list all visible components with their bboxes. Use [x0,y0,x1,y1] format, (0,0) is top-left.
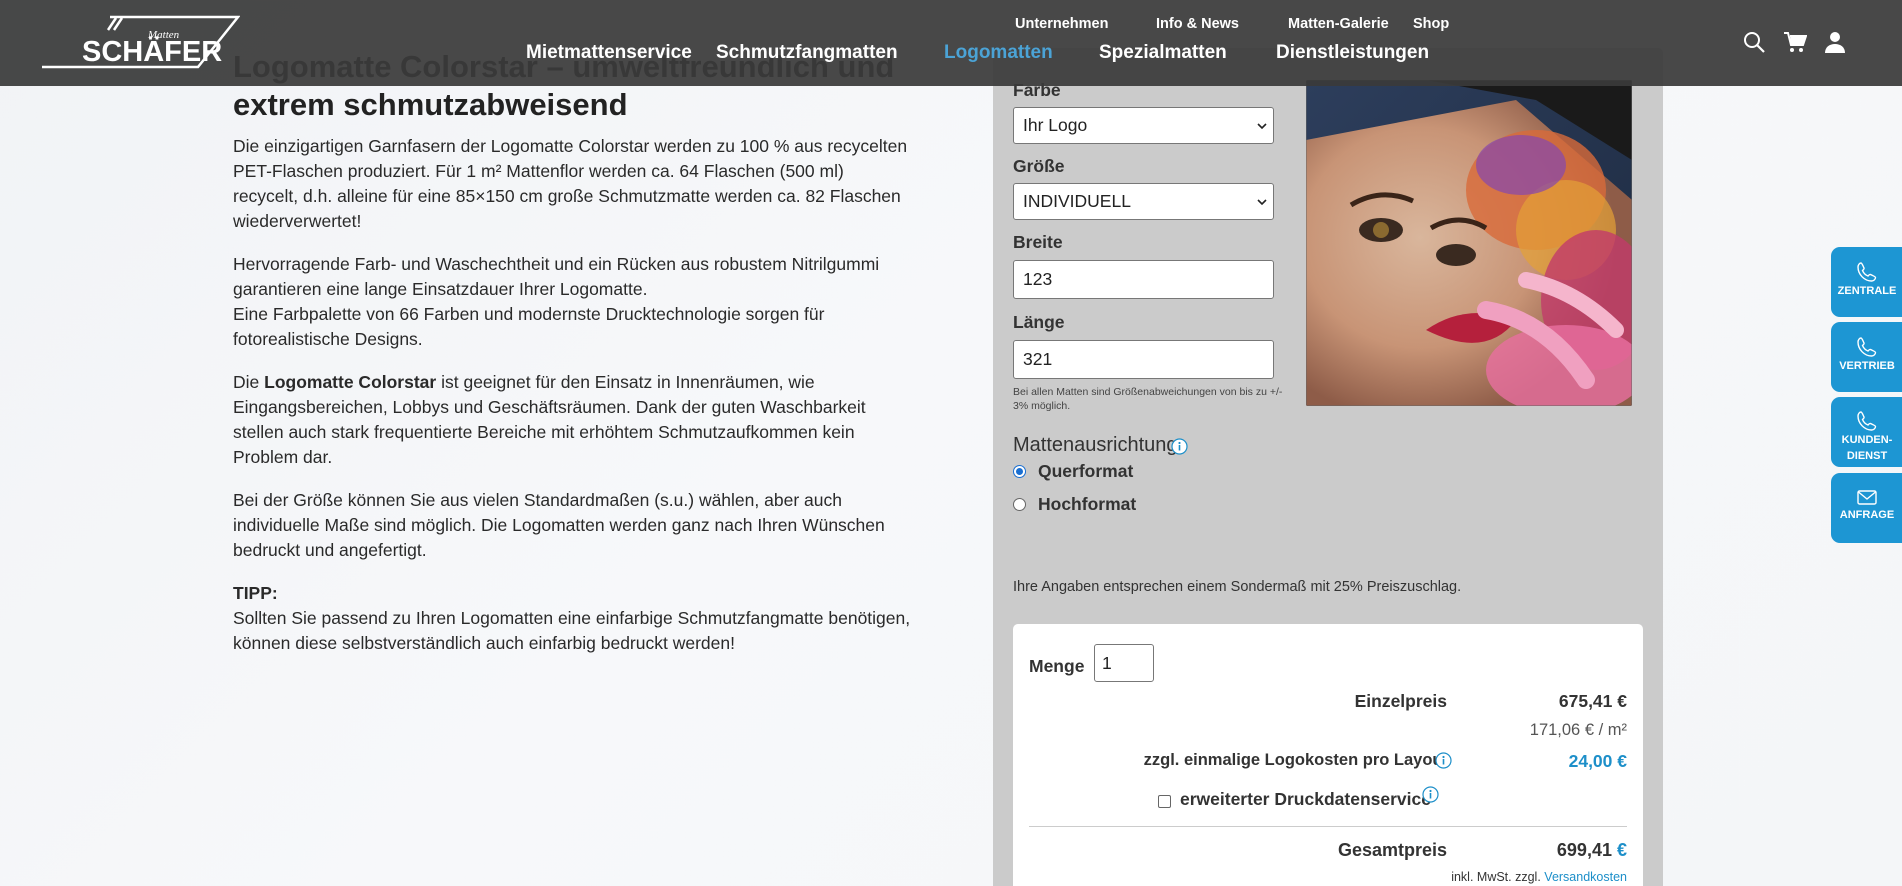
product-image[interactable] [1306,80,1632,406]
tip-block: TIPP: Sollten Sie passend zu Ihren Logom… [233,581,913,656]
shipping-cost-link[interactable]: Versandkosten [1544,870,1627,884]
product-description: Logomatte Colorstar – umweltfreundlich u… [233,48,913,674]
print-service-checkbox[interactable] [1158,795,1171,808]
total-price-value: 699,41 € [1557,840,1627,861]
breite-label: Breite [1013,232,1063,252]
phone-icon [1856,410,1878,432]
p3-product-name: Logomatte Colorstar [264,372,437,392]
unit-price-value: 675,41 € [1558,691,1627,711]
farbe-select-value: Ihr Logo [1023,115,1088,135]
p3-prefix: Die [233,372,265,392]
nav-shop[interactable]: Shop [1413,16,1449,32]
nav-logomatten[interactable]: Logomatten [944,42,1053,64]
groesse-select[interactable]: INDIVIDUELL [1013,183,1274,220]
search-icon[interactable] [1742,30,1766,54]
user-icon[interactable] [1823,30,1847,54]
nav-spezialmatten[interactable]: Spezialmatten [1099,42,1227,64]
groesse-label: Größe [1013,156,1065,176]
size-tolerance-note: Bei allen Matten sind Größenabweichungen… [1013,386,1283,412]
info-icon[interactable] [1435,752,1452,769]
hochformat-radio[interactable] [1013,498,1026,511]
top-navigation: Unternehmen Info & News Matten-Galerie S… [0,16,1902,36]
nav-unternehmen[interactable]: Unternehmen [1015,16,1108,32]
price-divider [1029,826,1627,827]
description-paragraph-2-line-2: Eine Farbpalette von 66 Farben und moder… [233,304,825,349]
farbe-select[interactable]: Ihr Logo [1013,107,1274,144]
nav-mietmattenservice[interactable]: Mietmattenservice [526,42,692,64]
chevron-down-icon [1257,121,1267,131]
phone-icon [1856,261,1878,283]
querformat-label: Querformat [1038,461,1134,481]
contact-tab-kundendienst-label-2: DIENST [1846,450,1888,462]
description-paragraph-4: Bei der Größe können Sie aus vielen Stan… [233,490,885,560]
description-paragraph-2-line-1: Hervorragende Farb- und Waschechtheit un… [233,254,880,299]
orientation-title: Mattenausrichtung [1013,434,1178,456]
quantity-input[interactable]: 1 [1094,644,1154,682]
nav-matten-galerie[interactable]: Matten-Galerie [1288,16,1389,32]
product-configurator: Farbe Ihr Logo Größe INDIVIDUELL Breite … [993,48,1663,886]
total-price-number: 699,41 [1556,840,1612,860]
logo-cost-label: zzgl. einmalige Logokosten pro Layout [1143,751,1448,769]
description-paragraph-2: Hervorragende Farb- und Waschechtheit un… [233,252,913,352]
laenge-input[interactable]: 321 [1013,340,1274,379]
contact-tab-zentrale[interactable]: ZENTRALE [1831,247,1902,317]
nav-dienstleistungen[interactable]: Dienstleistungen [1276,42,1429,64]
groesse-select-value: INDIVIDUELL [1023,191,1131,211]
nav-info-news[interactable]: Info & News [1156,16,1239,32]
tip-label: TIPP: [233,583,278,603]
tip-text: Sollten Sie passend zu Ihren Logomatten … [233,608,911,653]
cart-icon[interactable] [1783,30,1807,54]
logo-cost-value: 24,00 € [1568,751,1627,771]
chevron-down-icon [1257,197,1267,207]
hochformat-label: Hochformat [1038,494,1137,514]
nav-schmutzfangmatten[interactable]: Schmutzfangmatten [716,42,898,64]
contact-tab-zentrale-label: ZENTRALE [1837,285,1897,297]
print-service-label: erweiterter Druckdatenservice [1180,789,1431,809]
main-navigation: Mietmattenservice Schmutzfangmatten Logo… [0,42,1902,68]
price-box: Menge 1 Einzelpreis 675,41 € 171,06 € / … [1013,624,1643,886]
quantity-label: Menge [1029,656,1085,676]
info-icon[interactable] [1422,786,1439,803]
contact-tab-vertrieb[interactable]: VERTRIEB [1831,322,1902,392]
site-header: Matten SCHÄFER Unternehmen Info & News M… [0,0,1902,86]
contact-tab-kundendienst[interactable]: KUNDEN- DIENST [1831,397,1902,467]
contact-tab-vertrieb-label: VERTRIEB [1839,360,1895,372]
surcharge-note: Ihre Angaben entsprechen einem Sondermaß… [1013,579,1462,595]
total-price-label: Gesamtpreis [1337,840,1447,860]
phone-icon [1856,336,1878,358]
breite-input[interactable]: 123 [1013,260,1274,299]
contact-tab-anfrage[interactable]: ANFRAGE [1831,473,1902,543]
logomat-photo-icon [1306,80,1632,406]
querformat-radio[interactable] [1013,465,1026,478]
description-paragraph-3: Die Logomatte Colorstar ist geeignet für… [233,370,913,470]
description-paragraph-1: Die einzigartigen Garnfasern der Logomat… [233,136,908,231]
laenge-label: Länge [1013,312,1065,332]
price-per-sqm: 171,06 € / m² [1529,721,1627,739]
total-price-currency: € [1616,840,1627,860]
contact-tab-kundendienst-label-1: KUNDEN- [1841,434,1893,446]
contact-tab-anfrage-label: ANFRAGE [1839,509,1895,521]
vat-shipping-note: inkl. MwSt. zzgl. Versandkosten [1451,870,1627,884]
mail-icon [1856,486,1878,508]
unit-price-label: Einzelpreis [1354,691,1447,711]
vat-note: inkl. MwSt. zzgl. [1451,870,1541,884]
info-icon[interactable] [1171,438,1188,455]
